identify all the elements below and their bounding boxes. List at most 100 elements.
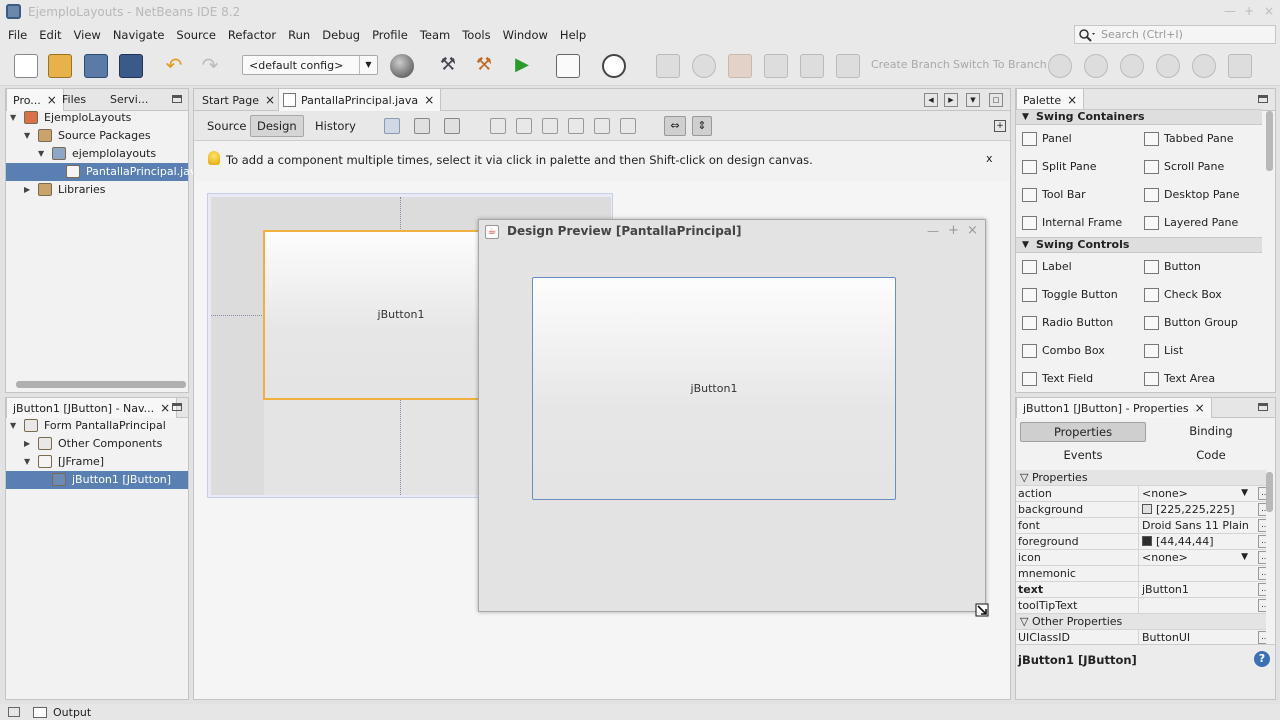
connection-mode-icon[interactable] bbox=[414, 118, 430, 134]
hint-close-button[interactable]: x bbox=[986, 152, 993, 165]
edit-property-button[interactable]: ... bbox=[1258, 535, 1266, 548]
vcs-icon-2[interactable] bbox=[692, 54, 716, 78]
expand-icon[interactable]: + bbox=[994, 120, 1006, 132]
build-hammer-icon[interactable]: ⚒ bbox=[436, 54, 460, 78]
palette-item[interactable]: List bbox=[1138, 337, 1183, 365]
property-value[interactable]: [44,44,44] bbox=[1138, 534, 1250, 550]
output-tab[interactable]: Output bbox=[53, 706, 91, 719]
resize-horizontal-icon[interactable]: ⇔ bbox=[664, 116, 686, 136]
palette-item[interactable]: Internal Frame bbox=[1016, 209, 1122, 237]
tab-pantalla-principal[interactable]: PantallaPrincipal.java × bbox=[278, 89, 442, 111]
align-top-icon[interactable] bbox=[568, 118, 584, 134]
tab-navigator[interactable]: jButton1 [JButton] - Nav... × bbox=[6, 398, 178, 418]
palette-item[interactable]: Split Pane bbox=[1016, 153, 1097, 181]
align-bottom-icon[interactable] bbox=[594, 118, 610, 134]
design-view-button[interactable]: Design bbox=[250, 115, 304, 137]
edit-property-button[interactable]: ... bbox=[1258, 487, 1266, 500]
help-icon[interactable]: ? bbox=[1254, 651, 1270, 667]
git-icon-2[interactable] bbox=[1084, 54, 1108, 78]
menu-window[interactable]: Window bbox=[497, 24, 554, 46]
close-icon[interactable]: × bbox=[1264, 4, 1274, 18]
palette-item[interactable]: Scroll Pane bbox=[1138, 153, 1224, 181]
design-preview-window[interactable]: ☕ Design Preview [PantallaPrincipal] — +… bbox=[478, 219, 986, 612]
palette-item[interactable]: Desktop Pane bbox=[1138, 181, 1239, 209]
expand-toggle-icon[interactable]: ▶ bbox=[24, 186, 32, 194]
edit-property-button[interactable]: ... bbox=[1258, 551, 1266, 564]
palette-item[interactable]: Radio Button bbox=[1016, 309, 1113, 337]
tab-properties-window[interactable]: jButton1 [JButton] - Properties × bbox=[1016, 398, 1212, 418]
close-icon[interactable]: × bbox=[967, 223, 978, 238]
palette-item[interactable]: Button bbox=[1138, 253, 1201, 281]
expand-toggle-icon[interactable]: ▼ bbox=[24, 132, 32, 140]
preview-design-icon[interactable] bbox=[444, 118, 460, 134]
menu-navigate[interactable]: Navigate bbox=[107, 24, 171, 46]
undo-icon[interactable]: ↶ bbox=[162, 54, 186, 78]
property-value[interactable]: jButton1 bbox=[1138, 582, 1250, 598]
property-value[interactable] bbox=[1138, 566, 1250, 582]
expand-toggle-icon[interactable]: ▶ bbox=[24, 440, 32, 448]
vcs-icon-5[interactable] bbox=[800, 54, 824, 78]
tab-palette[interactable]: Palette × bbox=[1016, 89, 1085, 111]
open-project-icon[interactable] bbox=[84, 54, 108, 78]
tab-files[interactable]: Files bbox=[56, 89, 92, 111]
selection-mode-icon[interactable] bbox=[384, 118, 400, 134]
proj-item[interactable]: ▶ Libraries bbox=[6, 181, 188, 199]
target-globe-icon[interactable] bbox=[390, 54, 414, 78]
new-file-icon[interactable] bbox=[14, 54, 38, 78]
property-value[interactable]: [225,225,225] bbox=[1138, 502, 1250, 518]
property-value[interactable]: <none> ▼ bbox=[1138, 486, 1250, 502]
jbutton1-preview[interactable]: jButton1 bbox=[532, 277, 896, 500]
minimize-panel-icon[interactable] bbox=[172, 95, 182, 103]
edit-property-button[interactable]: ... bbox=[1258, 631, 1266, 644]
expand-toggle-icon[interactable]: ▼ bbox=[38, 150, 46, 158]
window-list-icon[interactable] bbox=[8, 707, 20, 717]
scroll-right-icon[interactable]: ▶ bbox=[944, 93, 958, 107]
palette-item[interactable]: Check Box bbox=[1138, 281, 1222, 309]
vcs-icon-3[interactable] bbox=[728, 54, 752, 78]
menu-source[interactable]: Source bbox=[170, 24, 222, 46]
property-section[interactable]: ▽ Properties bbox=[1016, 470, 1266, 486]
palette-item[interactable]: Combo Box bbox=[1016, 337, 1105, 365]
git-icon-5[interactable] bbox=[1192, 54, 1216, 78]
menu-team[interactable]: Team bbox=[414, 24, 456, 46]
center-horizontal-icon[interactable] bbox=[542, 118, 558, 134]
menu-file[interactable]: File bbox=[2, 24, 33, 46]
align-right-icon[interactable] bbox=[516, 118, 532, 134]
run-icon[interactable]: ▶ bbox=[510, 54, 534, 78]
source-view-button[interactable]: Source bbox=[200, 115, 254, 137]
nav-item[interactable]: ▼ [JFrame] bbox=[6, 453, 188, 471]
git-icon-1[interactable] bbox=[1048, 54, 1072, 78]
palette-item[interactable]: Panel bbox=[1016, 125, 1072, 153]
center-vertical-icon[interactable] bbox=[620, 118, 636, 134]
edit-property-button[interactable]: ... bbox=[1258, 519, 1266, 532]
vcs-icon-1[interactable] bbox=[656, 54, 680, 78]
property-section[interactable]: ▽ Other Properties bbox=[1016, 614, 1266, 630]
property-value[interactable] bbox=[1138, 598, 1250, 614]
debug-icon[interactable] bbox=[556, 54, 580, 78]
minimize-icon[interactable]: — bbox=[1224, 4, 1236, 18]
horizontal-scrollbar[interactable] bbox=[16, 381, 186, 388]
palette-section-header[interactable]: ▼ Swing Controls bbox=[1016, 237, 1262, 253]
edit-property-button[interactable]: ... bbox=[1258, 583, 1266, 596]
nav-item[interactable]: ▶ Other Components bbox=[6, 435, 188, 453]
clean-build-icon[interactable]: ⚒ bbox=[472, 54, 496, 78]
proj-item[interactable]: PantallaPrincipal.java bbox=[6, 163, 203, 181]
palette-item[interactable]: Button Group bbox=[1138, 309, 1238, 337]
menu-refactor[interactable]: Refactor bbox=[222, 24, 282, 46]
minimize-icon[interactable]: — bbox=[927, 224, 939, 238]
events-tab[interactable]: Events bbox=[1020, 446, 1146, 466]
property-scrollbar[interactable] bbox=[1266, 472, 1273, 512]
nav-item[interactable]: ▼ Form PantallaPrincipal bbox=[6, 417, 188, 435]
properties-tab[interactable]: Properties bbox=[1020, 422, 1146, 442]
palette-scrollbar[interactable] bbox=[1266, 111, 1273, 171]
resize-vertical-icon[interactable]: ⇕ bbox=[692, 116, 712, 136]
proj-item[interactable]: ▼ EjemploLayouts bbox=[6, 109, 188, 127]
expand-toggle-icon[interactable] bbox=[52, 168, 60, 176]
menu-tools[interactable]: Tools bbox=[456, 24, 496, 46]
binding-tab[interactable]: Binding bbox=[1148, 422, 1274, 442]
vcs-icon-4[interactable] bbox=[764, 54, 788, 78]
palette-item[interactable]: Text Area bbox=[1138, 365, 1215, 392]
property-value[interactable]: <none> ▼ bbox=[1138, 550, 1250, 566]
code-tab[interactable]: Code bbox=[1148, 446, 1274, 466]
menu-debug[interactable]: Debug bbox=[316, 24, 366, 46]
